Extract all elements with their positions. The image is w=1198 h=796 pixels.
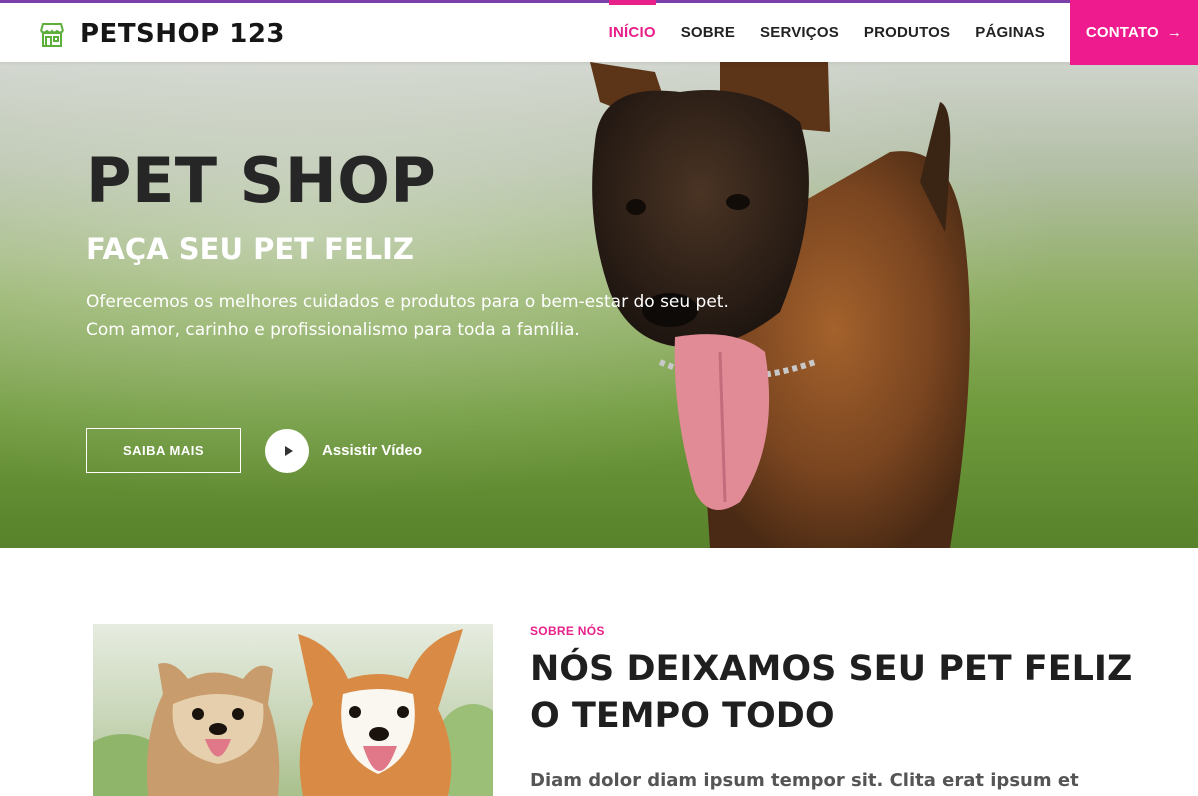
hero-title: PET SHOP [86,144,437,217]
learn-more-button[interactable]: SAIBA MAIS [86,428,241,473]
nav-item-servicos[interactable]: SERVIÇOS [760,3,839,62]
main-menu: INÍCIO SOBRE SERVIÇOS PRODUTOS PÁGINAS [584,0,1045,62]
contact-button[interactable]: CONTATO → [1070,0,1198,65]
puppies-photo [93,624,493,796]
watch-video-label: Assistir Vídeo [322,442,423,459]
arrow-right-icon: → [1166,24,1183,41]
storefront-icon [40,23,64,47]
hero-description-line2: Com amor, carinho e profissionalismo par… [86,320,580,340]
nav-item-sobre[interactable]: SOBRE [681,3,735,62]
hero-banner: PET SHOP FAÇA SEU PET FELIZ Oferecemos o… [0,62,1198,548]
nav-item-inicio[interactable]: INÍCIO [608,0,656,62]
about-kicker: SOBRE NÓS [530,624,605,638]
hero-subtitle: FAÇA SEU PET FELIZ [86,232,414,266]
contact-button-label: CONTATO [1085,24,1159,41]
brand-logo[interactable]: PETSHOP 123 [36,16,285,52]
hero-description-line1: Oferecemos os melhores cuidados e produt… [86,292,729,312]
nav-item-produtos[interactable]: PRODUTOS [864,3,950,62]
hero-description: Oferecemos os melhores cuidados e produt… [86,288,766,344]
play-icon[interactable] [265,428,309,473]
about-title: NÓS DEIXAMOS SEU PET FELIZ O TEMPO TODO [530,649,1133,736]
brand-name: PETSHOP 123 [80,19,286,49]
about-lead: Diam dolor diam ipsum tempor sit. Clita … [530,770,1079,791]
nav-item-paginas[interactable]: PÁGINAS [975,3,1045,62]
navbar: PETSHOP 123 INÍCIO SOBRE SERVIÇOS PRODUT… [0,0,1198,65]
watch-video-link[interactable]: Assistir Vídeo [265,428,422,473]
